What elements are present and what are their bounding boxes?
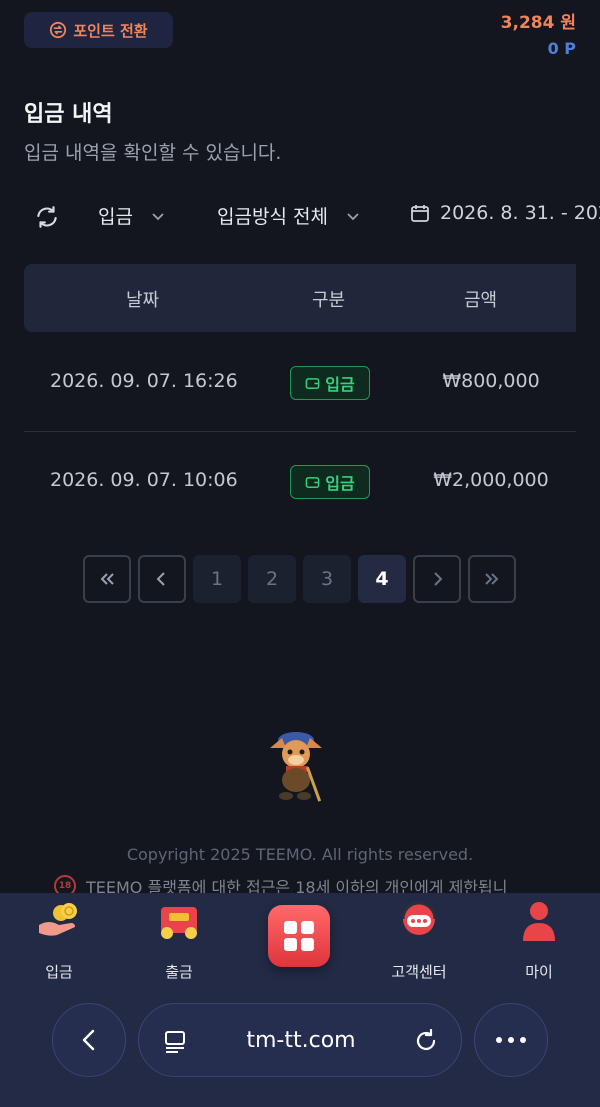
browser-back-button[interactable] xyxy=(52,1003,126,1077)
deposit-badge-label: 입금 xyxy=(325,474,355,493)
withdraw-money-icon xyxy=(161,907,197,939)
page-button-1[interactable]: 1 xyxy=(193,555,241,603)
deposit-badge-label: 입금 xyxy=(325,375,355,394)
nav-item-deposit[interactable]: 입금 xyxy=(4,899,114,982)
row-date: 2026. 09. 07. 10:06 xyxy=(50,469,238,491)
nav-label-deposit: 입금 xyxy=(45,963,73,981)
deposit-badge: 입금 xyxy=(290,465,370,499)
chevron-left-icon xyxy=(82,1029,95,1051)
chevron-down-icon xyxy=(152,212,164,220)
wallet-icon xyxy=(305,377,320,389)
deposit-badge: 입금 xyxy=(290,366,370,400)
page-button-3[interactable]: 3 xyxy=(303,555,351,603)
page-title: 입금 내역 xyxy=(24,102,113,127)
page-subtitle: 입금 내역을 확인할 수 있습니다. xyxy=(24,142,282,164)
row-amount: ₩2,000,000 xyxy=(433,469,549,491)
table-header: 날짜 구분 금액 xyxy=(24,264,576,332)
next-page-button[interactable] xyxy=(413,555,461,603)
pagination: 1 2 3 4 xyxy=(83,555,516,603)
nav-item-withdraw[interactable]: 출금 xyxy=(124,899,234,982)
balance-won: 3,284 원 xyxy=(500,13,576,33)
double-chevron-left-icon xyxy=(100,573,114,585)
double-chevron-right-icon xyxy=(485,573,499,585)
point-convert-button[interactable]: 포인트 전환 xyxy=(24,12,173,48)
column-header-type: 구분 xyxy=(312,290,346,311)
nav-label-my: 마이 xyxy=(525,963,553,981)
column-header-date: 날짜 xyxy=(126,290,160,311)
home-grid-icon xyxy=(284,921,314,951)
table-row: 2026. 09. 07. 16:26 입금 ₩800,000 xyxy=(24,334,576,432)
browser-toolbar: tm-tt.com xyxy=(0,1003,600,1083)
balance-display: 3,284 원 0 P xyxy=(501,8,576,58)
balance-point: 0 P xyxy=(547,39,576,58)
column-header-amount: 금액 xyxy=(464,290,498,311)
top-bar: 포인트 전환 3,284 원 0 P xyxy=(0,0,600,70)
copyright-text: Copyright 2025 TEEMO. All rights reserve… xyxy=(126,845,474,864)
last-page-button[interactable] xyxy=(468,555,516,603)
chevron-right-icon xyxy=(434,572,443,586)
nav-item-my[interactable]: 마이 xyxy=(484,899,594,982)
headset-support-icon xyxy=(401,901,437,935)
wallet-icon xyxy=(305,476,320,488)
chevron-down-icon xyxy=(347,212,359,220)
nav-label-withdraw: 출금 xyxy=(165,963,193,981)
type-select-value: 입금 xyxy=(98,206,133,228)
bottom-nav: 입금 출금 고객센터 마이 tm-tt.com xyxy=(0,893,600,1107)
address-bar[interactable]: tm-tt.com xyxy=(138,1003,462,1077)
method-select[interactable]: 입금방식 전체 xyxy=(217,202,360,229)
more-dots-icon xyxy=(496,1037,526,1043)
date-range-value: 2026. 8. 31. - 2026. 9. 7. xyxy=(440,202,600,224)
calendar-icon xyxy=(411,205,429,222)
point-convert-label: 포인트 전환 xyxy=(73,21,148,40)
page-button-2[interactable]: 2 xyxy=(248,555,296,603)
exchange-icon xyxy=(50,21,67,39)
row-date: 2026. 09. 07. 16:26 xyxy=(50,370,238,392)
page-button-4-current[interactable]: 4 xyxy=(358,555,406,603)
table-row: 2026. 09. 07. 10:06 입금 ₩2,000,000 xyxy=(24,433,576,531)
first-page-button[interactable] xyxy=(83,555,131,603)
teemo-mascot-icon xyxy=(270,732,322,802)
prev-page-button[interactable] xyxy=(138,555,186,603)
row-amount: ₩800,000 xyxy=(442,370,540,392)
home-button[interactable] xyxy=(268,905,330,967)
filter-bar: 입금 입금방식 전체 2026. 8. 31. - 2026. 9. 7. xyxy=(0,192,600,242)
user-icon xyxy=(523,902,555,941)
deposit-coins-icon xyxy=(39,903,77,936)
date-range-picker[interactable]: 2026. 8. 31. - 2026. 9. 7. xyxy=(410,202,600,224)
chevron-left-icon xyxy=(156,572,165,586)
browser-more-button[interactable] xyxy=(474,1003,548,1077)
type-select[interactable]: 입금 xyxy=(98,202,165,229)
reload-icon[interactable] xyxy=(413,1028,439,1054)
refresh-icon[interactable] xyxy=(34,204,60,230)
method-select-value: 입금방식 전체 xyxy=(217,206,328,228)
nav-item-support[interactable]: 고객센터 xyxy=(364,899,474,982)
nav-label-support: 고객센터 xyxy=(391,963,447,981)
